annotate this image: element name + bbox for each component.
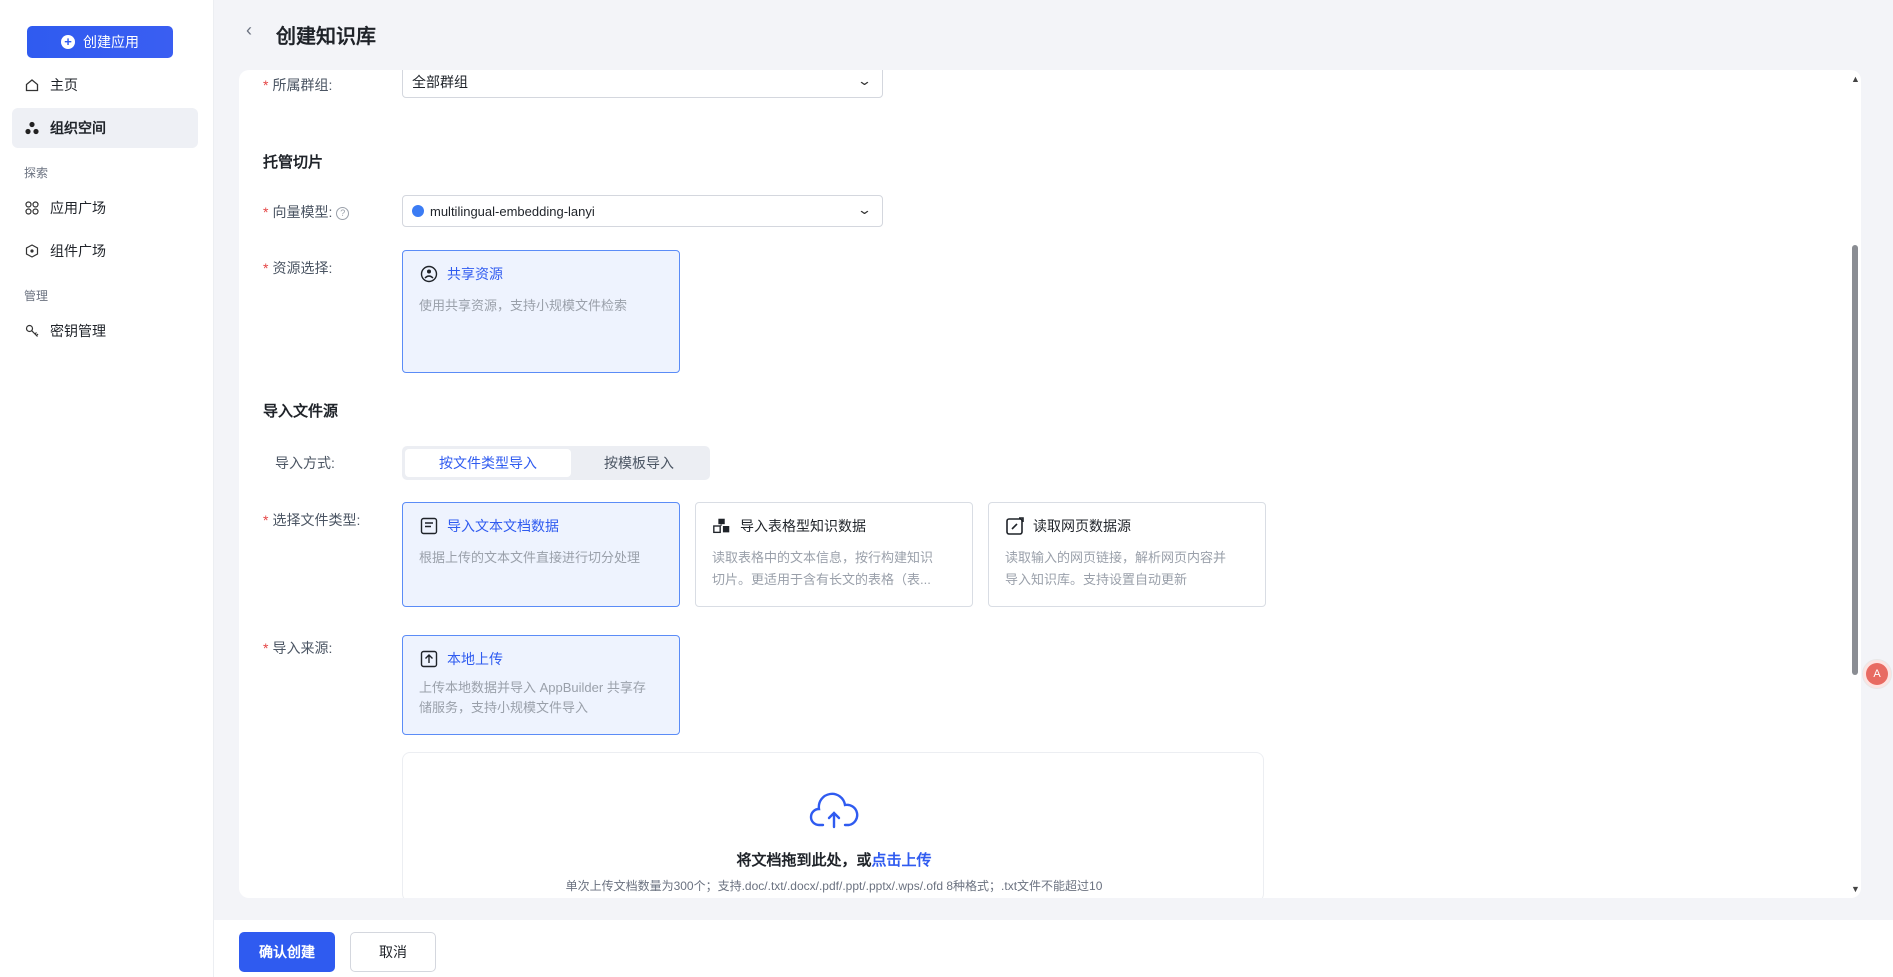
file-type-desc-line: 切片。更适用于含有长文的表格（表...: [712, 572, 931, 587]
vector-model-label: * 向量模型: ?: [263, 202, 350, 222]
back-icon[interactable]: ‹: [246, 20, 252, 41]
file-type-text-doc-card[interactable]: 导入文本文档数据 根据上传的文本文件直接进行切分处理: [402, 502, 680, 607]
import-source-label: * 导入来源:: [263, 640, 333, 656]
floating-assistant-button[interactable]: A: [1862, 659, 1892, 689]
vector-model-value: multilingual-embedding-lanyi: [430, 203, 595, 219]
shared-resource-card[interactable]: 共享资源 使用共享资源，支持小规模文件检索: [402, 250, 680, 373]
file-type-desc-line: 读取表格中的文本信息，按行构建知识: [712, 550, 934, 565]
model-logo-icon: [412, 205, 424, 217]
cloud-upload-icon: [809, 792, 859, 829]
group-label: * 所属群组:: [263, 77, 333, 93]
scroll-down-icon[interactable]: ▼: [1851, 884, 1860, 894]
scroll-up-icon[interactable]: ▲: [1851, 74, 1860, 84]
help-icon[interactable]: ?: [336, 206, 350, 220]
local-upload-desc-line: 上传本地数据并导入 AppBuilder 共享存: [419, 680, 646, 695]
nav-group-manage: 管理: [24, 289, 49, 303]
create-app-button[interactable]: + 创建应用: [27, 26, 173, 58]
sidebar-item-app-square[interactable]: 应用广场: [12, 188, 198, 228]
footer-bar: 确认创建 取消: [214, 920, 1893, 977]
file-type-title: 导入表格型知识数据: [740, 518, 866, 534]
file-type-label: * 选择文件类型:: [263, 512, 361, 528]
sidebar-item-home[interactable]: 主页: [12, 65, 198, 105]
section-title-slicing: 托管切片: [263, 154, 324, 171]
sidebar-item-label: 主页: [50, 77, 78, 93]
cancel-button[interactable]: 取消: [350, 932, 436, 972]
upload-hint: 单次上传文档数量为300个；支持.doc/.txt/.docx/.pdf/.pp…: [565, 879, 1103, 893]
shared-resource-title: 共享资源: [447, 266, 503, 282]
group-select[interactable]: 全部群组 ⌄: [402, 70, 883, 98]
scrollbar[interactable]: ▲ ▼: [1849, 70, 1861, 898]
file-type-desc: 根据上传的文本文件直接进行切分处理: [419, 550, 641, 565]
shared-resource-icon: [419, 264, 439, 284]
chevron-down-icon: ⌄: [856, 202, 873, 217]
resource-label: * 资源选择:: [263, 260, 333, 276]
import-by-template-tab[interactable]: 按模板导入: [571, 449, 707, 477]
click-upload-link[interactable]: 点击上传: [872, 852, 932, 869]
org-icon: [24, 120, 40, 136]
import-by-file-type-tab[interactable]: 按文件类型导入: [405, 449, 571, 477]
component-icon: [24, 243, 40, 259]
file-type-title: 读取网页数据源: [1033, 518, 1131, 534]
local-upload-title: 本地上传: [447, 651, 503, 667]
file-type-table-card[interactable]: 导入表格型知识数据 读取表格中的文本信息，按行构建知识 切片。更适用于含有长文的…: [695, 502, 973, 607]
file-type-title: 导入文本文档数据: [447, 518, 559, 534]
sidebar-item-label: 组织空间: [50, 120, 106, 136]
sidebar-item-label: 密钥管理: [50, 323, 106, 339]
link-icon: [1005, 516, 1025, 536]
plus-icon: +: [61, 35, 75, 49]
upload-title: 将文档拖到此处，或点击上传: [736, 852, 932, 869]
home-icon: [24, 77, 40, 93]
local-upload-desc-line: 储服务，支持小规模文件导入: [419, 700, 589, 715]
file-type-desc-line: 读取输入的网页链接，解析网页内容并: [1005, 550, 1227, 565]
vector-model-select[interactable]: multilingual-embedding-lanyi ⌄: [402, 195, 883, 227]
table-data-icon: [712, 516, 732, 536]
sidebar: + 创建应用 主页 组织空间 探索 应用广场 组件广场 管理 密钥管理: [0, 0, 214, 977]
upload-icon: [419, 649, 439, 669]
page-title: 创建知识库: [276, 26, 376, 48]
nav-group-explore: 探索: [24, 166, 49, 180]
sidebar-item-label: 应用广场: [50, 200, 106, 216]
group-select-value: 全部群组: [412, 74, 468, 90]
file-type-webpage-card[interactable]: 读取网页数据源 读取输入的网页链接，解析网页内容并 导入知识库。支持设置自动更新: [988, 502, 1266, 607]
import-mode-label: 导入方式:: [275, 455, 335, 471]
section-title-import: 导入文件源: [263, 403, 339, 420]
upload-dropzone[interactable]: 将文档拖到此处，或点击上传 单次上传文档数量为300个；支持.doc/.txt/…: [402, 752, 1264, 898]
form-card: * 所属群组: 全部群组 ⌄ 托管切片 * 向量模型: ? multilingual…: [239, 70, 1861, 898]
import-mode-segment: 按文件类型导入 按模板导入: [402, 446, 710, 480]
document-icon: [419, 516, 439, 536]
shared-resource-desc: 使用共享资源，支持小规模文件检索: [419, 298, 628, 313]
file-type-desc-line: 导入知识库。支持设置自动更新: [1005, 572, 1188, 587]
key-icon: [24, 323, 40, 339]
assistant-icon: A: [1866, 663, 1888, 685]
chevron-down-icon: ⌄: [856, 73, 873, 88]
sidebar-item-label: 组件广场: [50, 243, 106, 259]
sidebar-item-key-management[interactable]: 密钥管理: [12, 311, 198, 351]
scroll-thumb[interactable]: [1852, 245, 1858, 675]
page-header: ‹ 创建知识库: [214, 0, 1893, 66]
create-app-label: 创建应用: [83, 34, 139, 50]
sidebar-item-org-space[interactable]: 组织空间: [12, 108, 198, 148]
confirm-create-button[interactable]: 确认创建: [239, 932, 335, 972]
local-upload-card[interactable]: 本地上传 上传本地数据并导入 AppBuilder 共享存 储服务，支持小规模文…: [402, 635, 680, 735]
apps-icon: [24, 200, 40, 216]
sidebar-item-component-square[interactable]: 组件广场: [12, 231, 198, 271]
